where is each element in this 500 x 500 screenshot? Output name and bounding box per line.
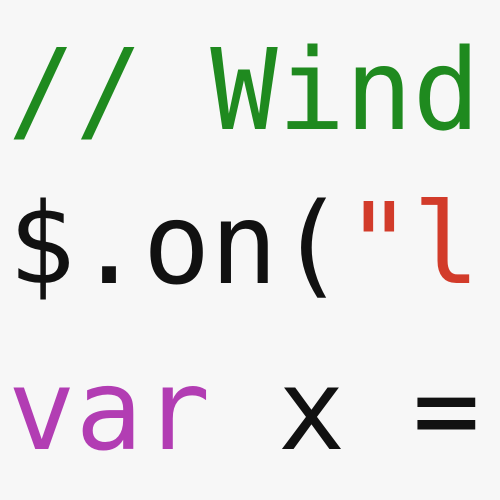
code-editor[interactable]: // Wind $.on("l var x = [0,0,500,500]
code-line-1: // Wind [8,26,480,156]
string-token: "l [345,180,481,310]
keyword-token: var [8,346,211,476]
comment-token: // Wind [8,26,481,156]
plain-token: x = [210,346,481,476]
code-line-3: var x = [8,346,480,476]
plain-token: $.on( [8,180,346,310]
code-line-2: $.on("l [8,180,480,310]
